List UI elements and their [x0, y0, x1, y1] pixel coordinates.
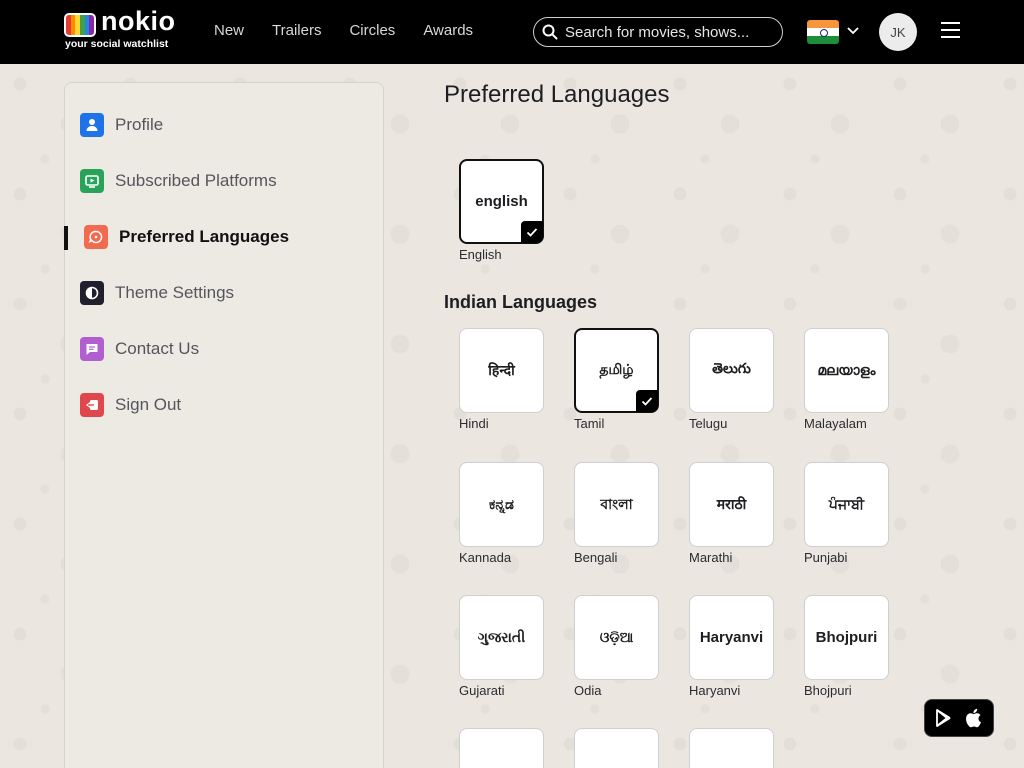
- language-label: Haryanvi: [689, 683, 741, 698]
- language-card-telugu[interactable]: తెలుగు: [689, 328, 774, 413]
- language-card-malayalam[interactable]: മലയാളം: [804, 328, 889, 413]
- checkmark-icon: [636, 390, 658, 412]
- language-native-name: മലയാളം: [817, 362, 876, 379]
- language-card-odia[interactable]: ଓଡ଼ିଆ: [574, 595, 659, 680]
- language-card-partial[interactable]: [689, 728, 774, 768]
- language-label: Malayalam: [804, 416, 867, 431]
- search-box[interactable]: [533, 17, 783, 47]
- sidebar-item-preferred-languages[interactable]: Preferred Languages: [84, 224, 289, 250]
- logo-mark-icon: [64, 13, 96, 37]
- language-label: Bhojpuri: [804, 683, 852, 698]
- chevron-down-icon[interactable]: [846, 24, 860, 38]
- language-card-punjabi[interactable]: ਪੰਜਾਬੀ: [804, 462, 889, 547]
- language-label: English: [459, 247, 502, 262]
- play-store-icon[interactable]: [934, 708, 954, 728]
- language-card-bengali[interactable]: বাংলা: [574, 462, 659, 547]
- language-native-name: ગુજરાતી: [477, 629, 526, 646]
- chat-icon: [80, 337, 104, 361]
- sidebar-item-sign-out[interactable]: Sign Out: [80, 392, 181, 418]
- language-native-name: தமிழ்: [599, 361, 634, 378]
- sidebar-item-label: Profile: [115, 115, 164, 134]
- avatar[interactable]: JK: [879, 13, 917, 51]
- top-header: nokio your social watchlist New Trailers…: [0, 0, 1024, 64]
- language-native-name: हिन्दी: [488, 363, 515, 379]
- language-label: Hindi: [459, 416, 489, 431]
- language-native-name: मराठी: [716, 497, 747, 513]
- half-circle-icon: [80, 281, 104, 305]
- language-card-haryanvi[interactable]: Haryanvi: [689, 595, 774, 680]
- settings-sidebar: Profile Subscribed Platforms Preferred L…: [64, 82, 384, 768]
- language-card-partial[interactable]: [574, 728, 659, 768]
- tv-play-icon: [80, 169, 104, 193]
- sidebar-item-label: Subscribed Platforms: [115, 171, 277, 190]
- language-card-hindi[interactable]: हिन्दी: [459, 328, 544, 413]
- language-card-gujarati[interactable]: ગુજરાતી: [459, 595, 544, 680]
- nav-new[interactable]: New: [214, 22, 244, 39]
- language-card-kannada[interactable]: ಕನ್ನಡ: [459, 462, 544, 547]
- logo-wordmark: nokio: [101, 6, 176, 36]
- nokio-logo[interactable]: nokio your social watchlist: [64, 6, 176, 52]
- language-native-name: Bhojpuri: [815, 629, 878, 646]
- page-title: Preferred Languages: [444, 81, 670, 108]
- language-label: Tamil: [574, 416, 605, 431]
- language-label: Telugu: [689, 416, 728, 431]
- sidebar-item-label: Preferred Languages: [119, 227, 290, 246]
- language-native-name: ଓଡ଼ିଆ: [599, 629, 634, 646]
- sidebar-item-theme-settings[interactable]: Theme Settings: [80, 280, 234, 306]
- apple-icon[interactable]: [964, 707, 984, 729]
- language-native-name: বাংলা: [600, 496, 633, 513]
- language-label: Bengali: [574, 550, 618, 565]
- language-label: Gujarati: [459, 683, 505, 698]
- section-title: Indian Languages: [444, 292, 598, 312]
- india-flag-icon[interactable]: [807, 20, 839, 44]
- main-nav: New Trailers Circles Awards: [214, 22, 501, 39]
- active-indicator: [64, 226, 68, 250]
- language-card-english[interactable]: english: [459, 159, 544, 244]
- nav-trailers[interactable]: Trailers: [272, 22, 321, 39]
- language-card-tamil[interactable]: தமிழ்: [574, 328, 659, 413]
- language-card-partial[interactable]: [459, 728, 544, 768]
- app-download-badge[interactable]: [924, 699, 994, 737]
- speech-bubble-icon: [84, 225, 108, 249]
- language-native-name: తెలుగు: [712, 361, 751, 377]
- language-native-name: Haryanvi: [699, 629, 764, 646]
- logout-icon: [80, 393, 104, 417]
- language-native-name: english: [475, 193, 528, 210]
- sidebar-item-profile[interactable]: Profile: [80, 112, 163, 138]
- nav-circles[interactable]: Circles: [349, 22, 395, 39]
- search-input[interactable]: [565, 23, 775, 41]
- language-card-bhojpuri[interactable]: Bhojpuri: [804, 595, 889, 680]
- sidebar-item-label: Sign Out: [115, 395, 182, 414]
- search-icon: [542, 24, 558, 40]
- hamburger-menu-icon[interactable]: [941, 22, 961, 42]
- language-label: Punjabi: [804, 550, 848, 565]
- sidebar-item-subscribed-platforms[interactable]: Subscribed Platforms: [80, 168, 277, 194]
- sidebar-item-contact-us[interactable]: Contact Us: [80, 336, 199, 362]
- language-card-marathi[interactable]: मराठी: [689, 462, 774, 547]
- language-native-name: ಕನ್ನಡ: [489, 496, 514, 513]
- language-label: Odia: [574, 683, 602, 698]
- nav-awards[interactable]: Awards: [423, 22, 473, 39]
- sidebar-item-label: Theme Settings: [115, 283, 235, 302]
- logo-tagline: your social watchlist: [65, 38, 169, 50]
- checkmark-icon: [521, 221, 543, 243]
- person-icon: [80, 113, 104, 137]
- language-label: Marathi: [689, 550, 733, 565]
- sidebar-item-label: Contact Us: [115, 339, 200, 358]
- language-native-name: ਪੰਜਾਬੀ: [828, 496, 865, 513]
- language-label: Kannada: [459, 550, 512, 565]
